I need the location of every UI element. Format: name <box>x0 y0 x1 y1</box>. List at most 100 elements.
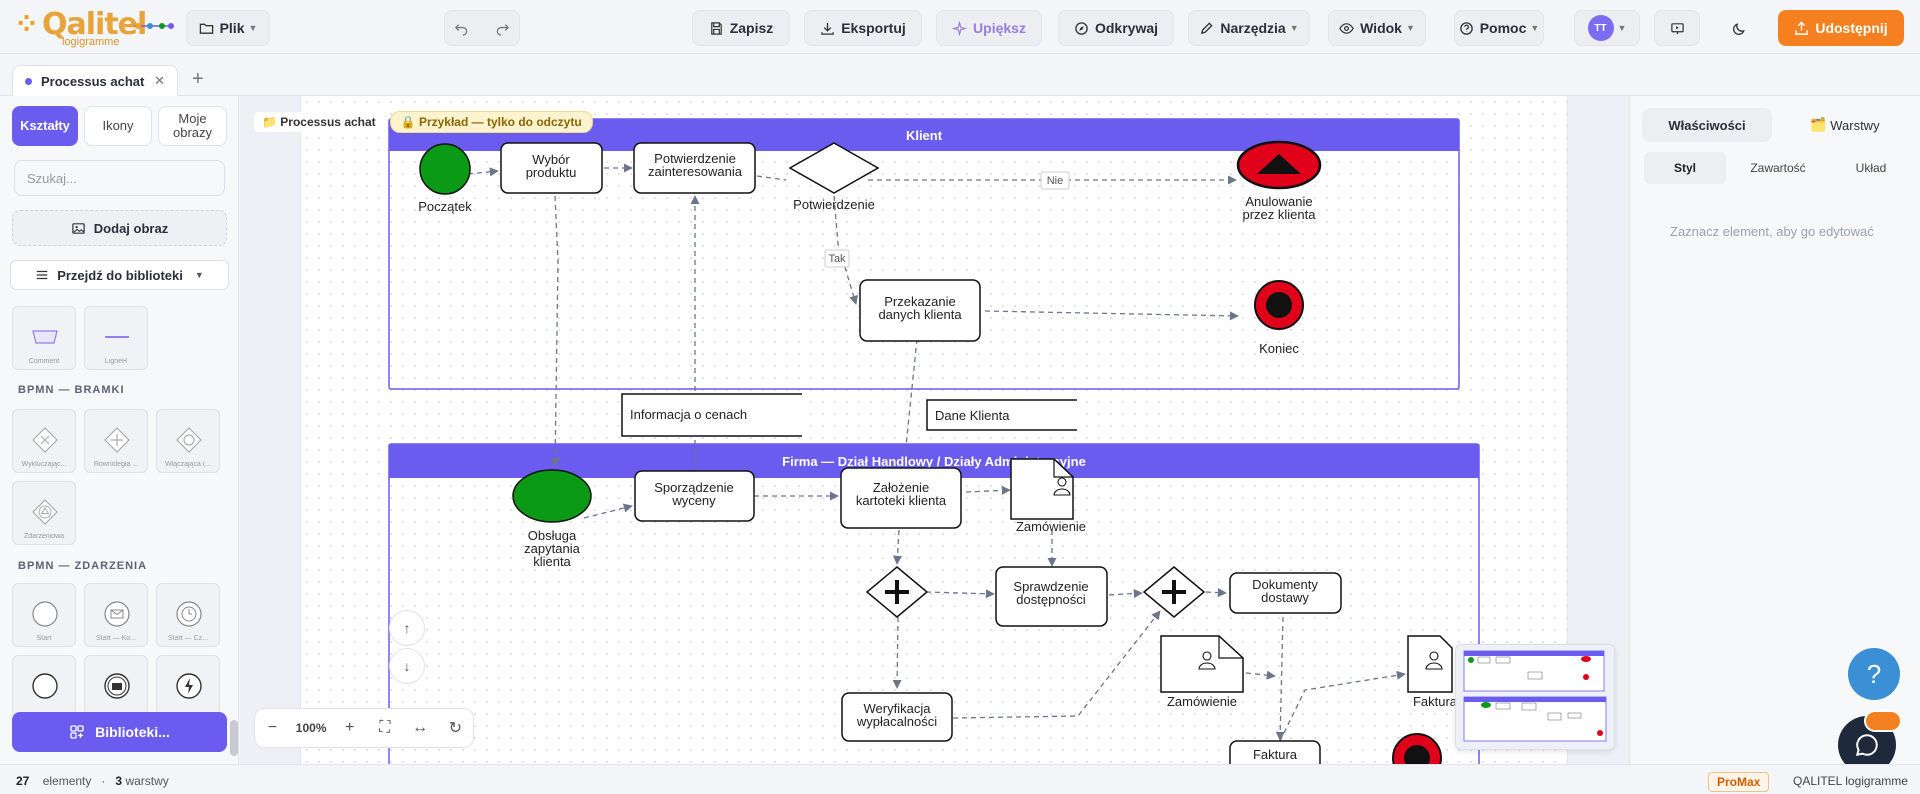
layers-label: warstwy <box>125 774 169 788</box>
shape-tile-intermediate-signal-event[interactable] <box>156 655 220 719</box>
shape-caption: Start <box>36 635 52 642</box>
message-start-event-icon <box>104 601 130 627</box>
document-faktura[interactable]: Faktura <box>1407 635 1458 709</box>
add-image-label: Dodaj obraz <box>93 220 169 236</box>
beautify-label: Upiększ <box>973 20 1026 36</box>
task-wybor-produktu[interactable]: Wybór produktu <box>500 142 603 194</box>
brand-footer: QALITEL logigramme <box>1793 774 1908 788</box>
fit-width-icon[interactable]: ↔ <box>408 719 432 737</box>
file-menu-button[interactable]: Plik ▼ <box>186 10 270 46</box>
gateway-parallel-1[interactable] <box>865 566 929 618</box>
tab-properties[interactable]: Właściwości <box>1642 108 1772 142</box>
arrow-up-icon: ↑ <box>403 620 411 636</box>
task-faktura[interactable]: Faktura <box>1229 740 1321 764</box>
help-floating-button[interactable]: ? <box>1848 648 1900 700</box>
shape-tile-ligneh[interactable]: LigneH <box>84 306 148 370</box>
go-to-library-select[interactable]: Przejdź do biblioteki ▼ <box>10 260 229 290</box>
segment-icons[interactable]: Ikony <box>84 106 152 146</box>
folder-icon <box>199 23 213 34</box>
task-przekazanie-danych[interactable]: Przekazanie danych klienta <box>859 279 981 342</box>
subtab-layout[interactable]: Układ <box>1830 152 1912 184</box>
task-label-line: wypłacalności <box>856 714 937 729</box>
shape-search-input[interactable] <box>14 160 225 196</box>
shape-tile-inclusive-gateway[interactable]: Włączająca (... <box>156 409 220 473</box>
question-icon: ? <box>1866 658 1882 689</box>
share-label: Udostępnij <box>1815 20 1888 36</box>
task-sporzadzenie-wyceny[interactable]: Sporządzenie wyceny <box>634 470 755 522</box>
reset-view-icon[interactable]: ↻ <box>443 718 467 738</box>
discover-button[interactable]: Odkrywaj <box>1058 10 1174 46</box>
view-menu-button[interactable]: Widok ▼ <box>1328 10 1426 46</box>
panel-scrollbar[interactable] <box>230 720 238 756</box>
shape-tile-start-message-event[interactable]: Start — Ko... <box>84 583 148 647</box>
zoom-in-icon[interactable]: + <box>338 719 362 737</box>
add-image-button[interactable]: Dodaj obraz <box>12 210 227 246</box>
shape-tile-start-timer-event[interactable]: Start — Cz... <box>156 583 220 647</box>
zoom-level[interactable]: 100% <box>296 721 327 735</box>
redo-icon[interactable] <box>495 21 510 36</box>
shape-tile-intermediate-event[interactable] <box>12 655 76 719</box>
gateway-potwierdzenie[interactable]: Potwierdzenie <box>788 142 880 212</box>
menu-lines-icon <box>36 270 48 280</box>
breadcrumb-title[interactable]: 📁 Processus achat <box>254 112 384 132</box>
parallel-gateway-icon <box>104 427 130 453</box>
gateway-parallel-2[interactable] <box>1142 566 1206 618</box>
help-label: Pomoc <box>1479 20 1527 36</box>
diagram-canvas[interactable]: Klient Firma — Dział Handlowy / Działy A… <box>240 96 1629 764</box>
task-sprawdzenie-dostepnosci[interactable]: Sprawdzenie dostępności <box>995 566 1108 627</box>
task-dokumenty-dostawy[interactable]: Dokumenty dostawy <box>1229 572 1342 614</box>
shape-tile-parallel-gateway[interactable]: Równoległa ... <box>84 409 148 473</box>
view-label: Widok <box>1360 20 1402 36</box>
libraries-button[interactable]: Biblioteki... <box>12 712 227 752</box>
task-weryfikacja-wyplacalnosci[interactable]: Weryfikacja wypłacalności <box>841 692 953 742</box>
shape-tile-start-event[interactable]: Start <box>12 583 76 647</box>
scroll-down-button[interactable]: ↓ <box>389 648 425 684</box>
shape-tile-intermediate-message-event[interactable] <box>84 655 148 719</box>
help-menu-button[interactable]: Pomoc ▼ <box>1454 10 1544 46</box>
share-button[interactable]: Udostępnij <box>1778 10 1904 46</box>
document-zamowienie-2[interactable]: Zamówienie <box>1160 635 1244 709</box>
shape-tile-event-gateway[interactable]: Zdarzeniowa <box>12 481 76 545</box>
export-button[interactable]: Eksportuj <box>804 10 922 46</box>
dark-mode-toggle[interactable] <box>1716 10 1762 46</box>
undo-icon[interactable] <box>454 21 469 36</box>
subtab-style[interactable]: Styl <box>1644 152 1726 184</box>
document-label: Zamówienie <box>1167 694 1237 709</box>
start-event-obsluga-zapytania[interactable]: Obsługa zapytania klienta <box>512 469 592 569</box>
end-event-anulowanie[interactable]: Anulowanie przez klienta <box>1236 140 1322 222</box>
close-icon[interactable]: ✕ <box>154 73 165 89</box>
task-label: Faktura <box>1253 747 1298 762</box>
tools-menu-button[interactable]: Narzędzia ▼ <box>1188 10 1310 46</box>
shape-caption: LigneH <box>104 358 128 365</box>
data-info-cenach[interactable]: Informacja o cenach <box>621 393 802 437</box>
data-dane-klienta[interactable]: Dane Klienta <box>926 399 1077 431</box>
layers-count: 3 <box>115 774 123 788</box>
shape-tile-comment[interactable]: Comment <box>12 306 76 370</box>
end-event-bottom[interactable] <box>1392 733 1442 764</box>
shape-tile-exclusive-gateway[interactable]: Wykluczając... <box>12 409 76 473</box>
beautify-button[interactable]: Upiększ <box>936 10 1042 46</box>
save-button[interactable]: Zapisz <box>692 10 790 46</box>
image-icon <box>72 222 85 234</box>
user-menu-button[interactable]: TT ▼ <box>1574 10 1640 46</box>
zoom-out-icon[interactable]: − <box>261 719 285 737</box>
scroll-up-button[interactable]: ↑ <box>389 610 425 646</box>
present-button[interactable] <box>1654 10 1700 46</box>
task-potwierdzenie-zainteresowania[interactable]: Potwierdzenie zainteresowania <box>633 142 756 194</box>
start-event-poczatek[interactable]: Początek <box>418 143 472 214</box>
exclusive-gateway-icon <box>32 427 58 453</box>
segment-shapes[interactable]: Kształty <box>12 106 78 146</box>
tab-processus-achat[interactable]: Processus achat ✕ <box>12 65 178 96</box>
user-icon <box>1202 651 1212 661</box>
end-event-koniec[interactable]: Koniec <box>1254 280 1304 356</box>
save-label: Zapisz <box>729 20 774 36</box>
subtab-content[interactable]: Zawartość <box>1732 152 1824 184</box>
add-tab-icon[interactable]: + <box>192 68 204 91</box>
tab-layers-label: Warstwy <box>1830 117 1880 133</box>
task-zalozenie-kartoteki[interactable]: Założenie kartoteki klienta <box>840 467 962 529</box>
tab-layers[interactable]: 🗂️ Warstwy <box>1780 108 1910 142</box>
minimap[interactable] <box>1455 644 1615 750</box>
app-logo[interactable]: ⁘ Qalitel logigramme <box>14 8 184 48</box>
fit-screen-icon[interactable]: ⛶ <box>373 719 397 737</box>
segment-my-images[interactable]: Moje obrazy <box>158 106 227 146</box>
